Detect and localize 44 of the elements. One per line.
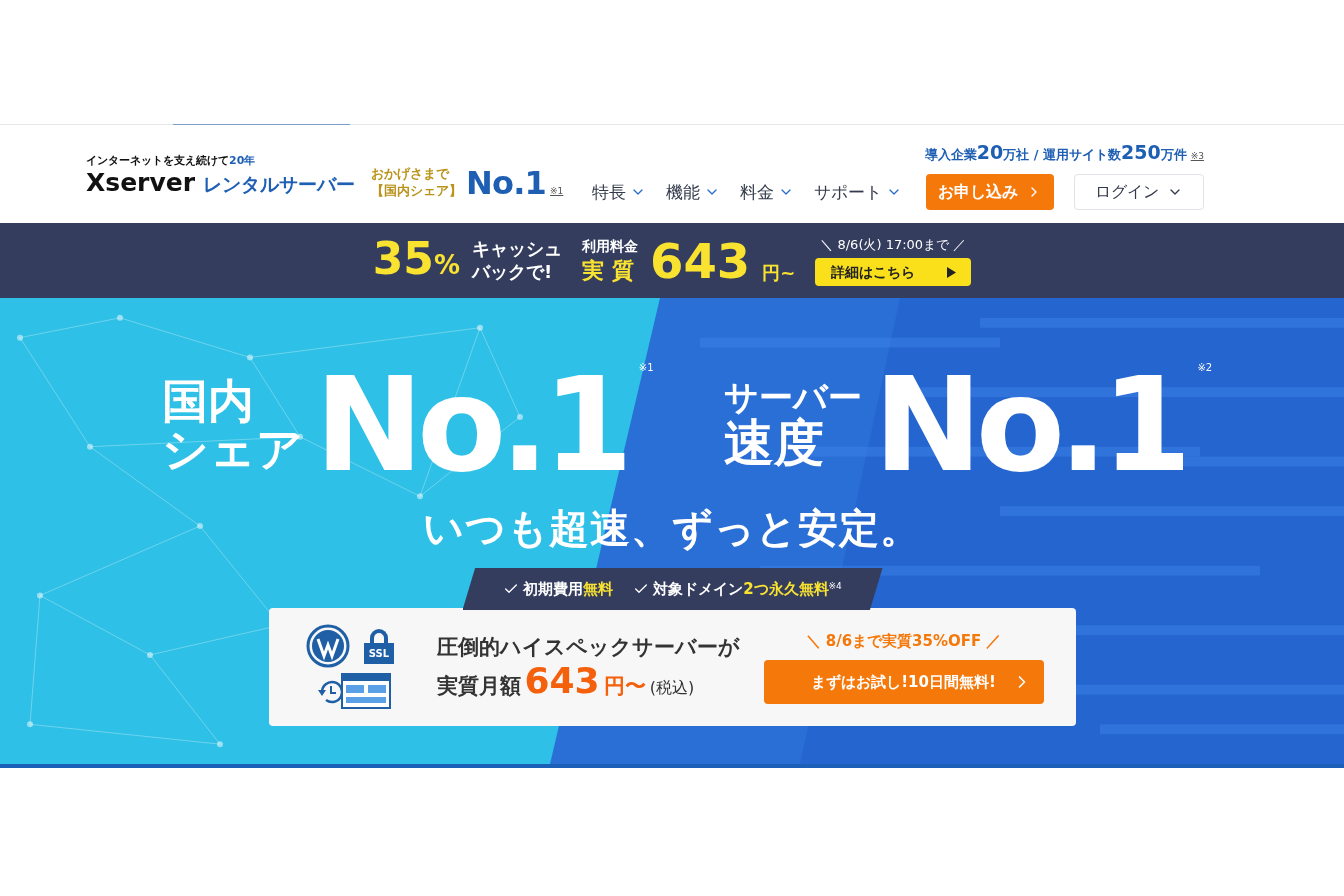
card-price: 643 bbox=[524, 663, 600, 699]
stats-text: 導入企業20万社 / 運用サイト数250万件 bbox=[924, 139, 1187, 165]
details-button[interactable]: 詳細はこちら bbox=[815, 258, 972, 287]
browser-history-icon bbox=[315, 672, 392, 710]
tagline: インターネットを支え続けて bbox=[86, 153, 229, 170]
hero-big-number: No.1 bbox=[314, 360, 627, 490]
footnote-link[interactable]: ※3 bbox=[1190, 149, 1204, 164]
award-number: No.1 bbox=[466, 166, 547, 199]
card-price-label: 実質月額 bbox=[436, 673, 521, 700]
card-price-unit: 円〜 bbox=[603, 673, 646, 700]
hero-heading: サーバー bbox=[723, 378, 862, 417]
feature-text: 対象ドメイン2つ永久無料$^{※4}$ bbox=[653, 578, 842, 600]
hero-tagline: いつも超速、ずっと安定。 bbox=[423, 504, 921, 553]
campaign-price: 643 bbox=[650, 236, 751, 285]
award-text: 【国内シェア】 bbox=[371, 182, 463, 199]
fee-label: 利用料金 bbox=[582, 237, 638, 257]
award-text: おかげさまで bbox=[371, 166, 451, 183]
cashback-text: キャッシュ bbox=[472, 238, 562, 261]
footnote-mark: ※1 bbox=[638, 361, 654, 375]
nav-item[interactable]: 料金 bbox=[740, 179, 794, 205]
tax-note: (税込) bbox=[649, 677, 695, 699]
footnote-link[interactable]: ※1 bbox=[550, 185, 564, 199]
price-unit: 円~ bbox=[762, 261, 796, 285]
offer-text: ＼ 8/6まで実質35%OFF ／ bbox=[805, 630, 1002, 652]
hero-heading: 速度 bbox=[723, 416, 825, 472]
percent-sign: % bbox=[433, 248, 460, 282]
deadline-text: ＼ 8/6(火) 17:00まで ／ bbox=[820, 235, 967, 254]
wordpress-icon bbox=[306, 624, 350, 668]
logo[interactable]: Xserver レンタルサーバー bbox=[86, 169, 356, 195]
feature-text: 初期費用無料 bbox=[523, 578, 614, 600]
hero-big-number: No.1 bbox=[873, 360, 1186, 490]
footnote-mark: ※2 bbox=[1197, 361, 1213, 375]
hero-heading: 国内 bbox=[161, 376, 255, 425]
cashback-text: バックで! bbox=[472, 260, 554, 283]
nav-item[interactable]: サポート bbox=[814, 179, 902, 205]
tagline-years: 20年 bbox=[229, 153, 256, 170]
nav-item[interactable]: 機能 bbox=[666, 179, 720, 205]
fee-prefix: 実 質 bbox=[582, 257, 635, 285]
login-button[interactable]: ログイン bbox=[1074, 174, 1204, 211]
nav-item[interactable]: 特長 bbox=[592, 179, 646, 205]
card-headline: 圧倒的ハイスペックサーバーが bbox=[436, 633, 740, 661]
cashback-percent: 35 bbox=[372, 236, 434, 281]
play-icon bbox=[946, 266, 956, 278]
hero-heading: シェア bbox=[161, 425, 303, 474]
